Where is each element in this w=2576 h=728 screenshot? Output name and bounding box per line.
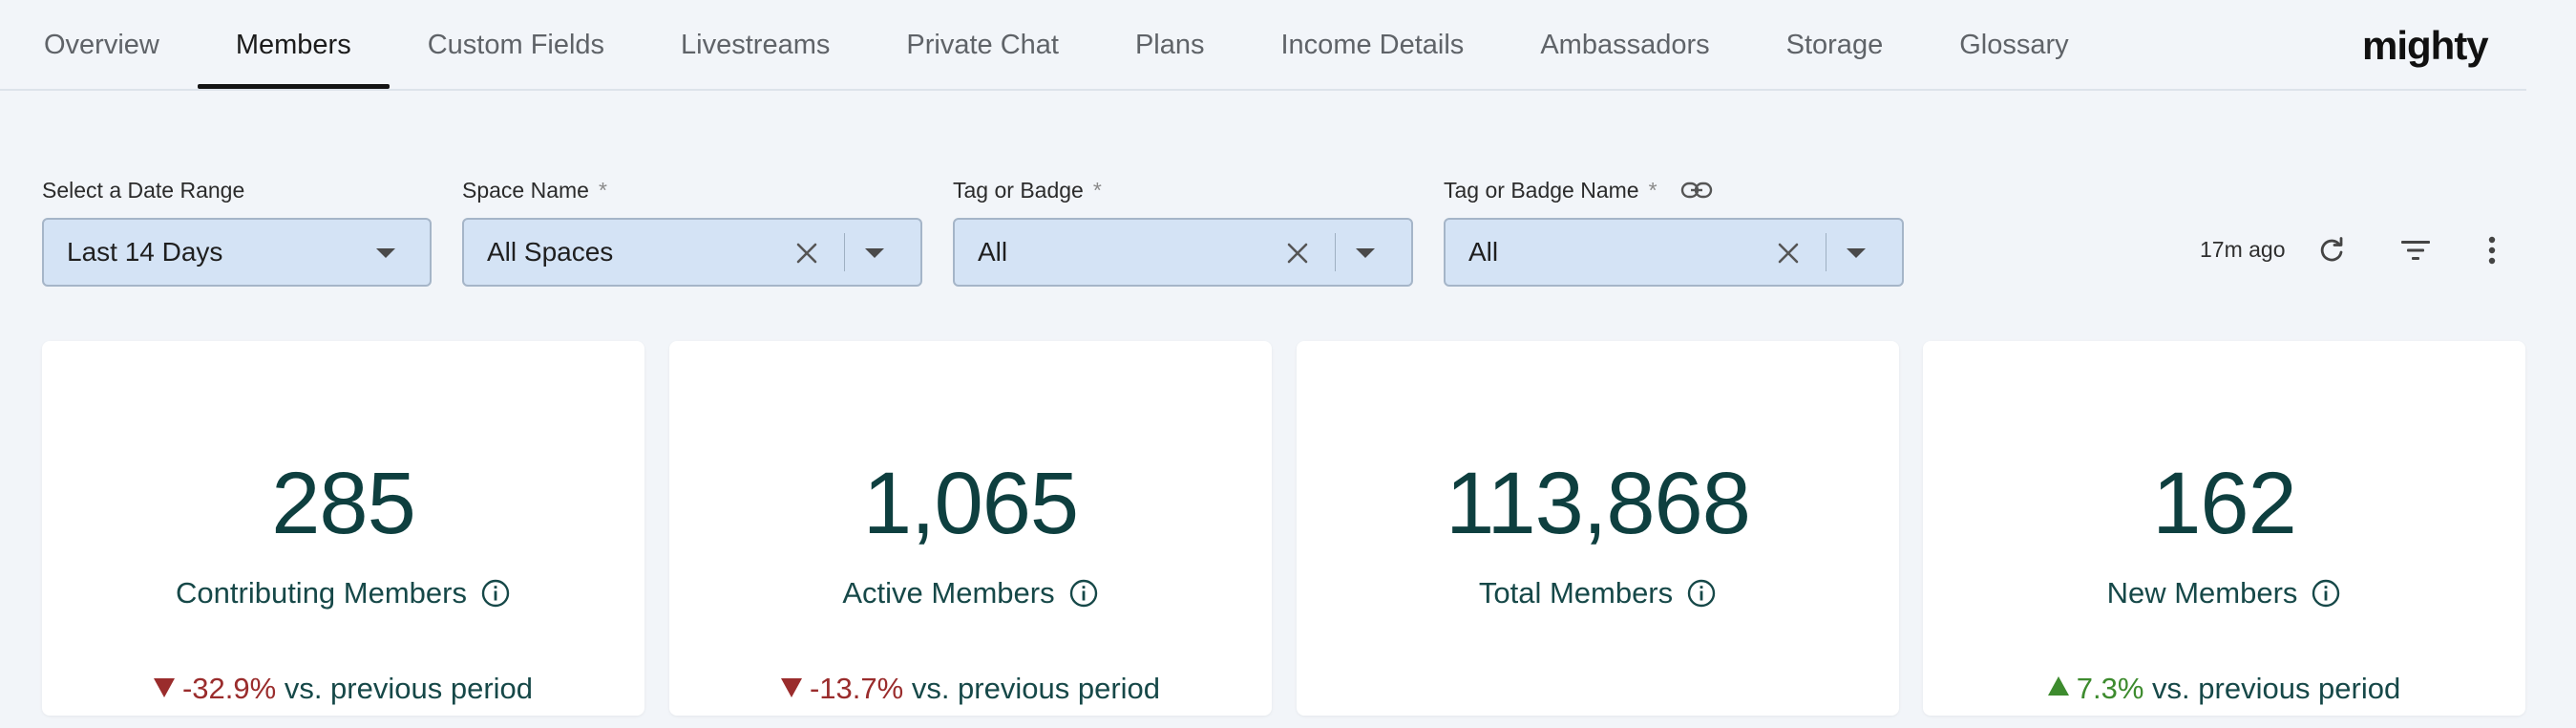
tab-storage[interactable]: Storage xyxy=(1748,0,1922,91)
metric-delta: -32.9% vs. previous period xyxy=(42,672,644,706)
delta-comparison: vs. previous period xyxy=(2152,672,2401,705)
date-range-label-text: Select a Date Range xyxy=(42,177,245,203)
delta-comparison: vs. previous period xyxy=(284,672,534,705)
select-divider xyxy=(1335,233,1336,271)
clear-icon[interactable] xyxy=(1285,241,1310,266)
metric-value: 1,065 xyxy=(862,455,1079,552)
metric-card-contributing-members: 285 Contributing Members -32.9% vs. prev… xyxy=(42,341,644,716)
tag-or-badge-select[interactable]: All xyxy=(953,218,1413,287)
tag-or-badge-name-label-text: Tag or Badge Name xyxy=(1444,177,1639,203)
tab-plans[interactable]: Plans xyxy=(1097,0,1243,91)
required-asterisk: * xyxy=(1092,177,1102,203)
more-options-button[interactable] xyxy=(2475,233,2509,268)
metric-title: Active Members xyxy=(669,576,1272,610)
link-icon[interactable] xyxy=(1680,181,1713,200)
tab-glossary[interactable]: Glossary xyxy=(1921,0,2106,91)
metric-value: 162 xyxy=(2152,455,2297,552)
metric-title: New Members xyxy=(1923,576,2525,610)
space-name-select[interactable]: All Spaces xyxy=(462,218,922,287)
trend-down-icon xyxy=(153,678,175,697)
metric-title: Contributing Members xyxy=(42,576,644,610)
metric-delta: 7.3% vs. previous period xyxy=(1923,672,2525,706)
metric-value: 113,868 xyxy=(1446,455,1751,552)
chevron-down-icon[interactable] xyxy=(1356,248,1375,258)
clear-icon[interactable] xyxy=(794,241,819,266)
chevron-down-icon[interactable] xyxy=(1847,248,1866,258)
required-asterisk: * xyxy=(1648,177,1658,203)
info-icon[interactable] xyxy=(1686,578,1717,609)
required-asterisk: * xyxy=(598,177,607,203)
space-name-value: All Spaces xyxy=(487,237,614,267)
tag-or-badge-value: All xyxy=(978,237,1008,267)
date-range-select[interactable]: Last 14 Days xyxy=(42,218,432,287)
info-icon[interactable] xyxy=(2311,578,2341,609)
brand-logo: mighty xyxy=(2362,23,2489,68)
chevron-down-icon[interactable] xyxy=(865,248,884,258)
delta-value: -13.7% xyxy=(809,672,904,705)
tab-custom-fields[interactable]: Custom Fields xyxy=(390,0,643,91)
delta-value: -32.9% xyxy=(181,672,277,705)
clear-icon[interactable] xyxy=(1776,241,1801,266)
metric-card-total-members: 113,868 Total Members xyxy=(1297,341,1899,716)
tag-or-badge-filter: Tag or Badge * All xyxy=(953,176,1413,287)
select-divider xyxy=(844,233,845,271)
filter-button[interactable] xyxy=(2398,233,2433,268)
tab-members[interactable]: Members xyxy=(197,0,390,91)
metric-value: 285 xyxy=(271,455,416,552)
info-icon[interactable] xyxy=(1068,578,1099,609)
tag-or-badge-name-value: All xyxy=(1468,237,1499,267)
tab-ambassadors[interactable]: Ambassadors xyxy=(1502,0,1747,91)
tag-or-badge-name-filter: Tag or Badge Name * All xyxy=(1444,176,1904,287)
trend-up-icon xyxy=(2047,676,2069,696)
date-range-label: Select a Date Range xyxy=(42,176,432,204)
metric-title-text: New Members xyxy=(2106,576,2298,610)
delta-value: 7.3% xyxy=(2076,672,2144,705)
date-range-filter: Select a Date Range Last 14 Days xyxy=(42,176,432,287)
nav-tab-bar: Overview Members Custom Fields Livestrea… xyxy=(0,0,2526,91)
metric-delta: -13.7% vs. previous period xyxy=(669,672,1272,706)
tab-list: Overview Members Custom Fields Livestrea… xyxy=(6,0,2107,91)
space-name-label: Space Name * xyxy=(462,176,922,204)
tab-private-chat[interactable]: Private Chat xyxy=(868,0,1097,91)
delta-comparison: vs. previous period xyxy=(911,672,1161,705)
tag-or-badge-name-select[interactable]: All xyxy=(1444,218,1904,287)
filter-lines-icon xyxy=(2401,241,2430,260)
refresh-icon xyxy=(2320,237,2343,262)
more-vertical-icon xyxy=(2488,236,2496,265)
metric-title-text: Contributing Members xyxy=(176,576,467,610)
metric-title-text: Active Members xyxy=(842,576,1055,610)
info-icon[interactable] xyxy=(480,578,511,609)
tag-or-badge-label: Tag or Badge * xyxy=(953,176,1413,204)
chevron-down-icon[interactable] xyxy=(376,248,395,258)
tag-or-badge-name-label: Tag or Badge Name * xyxy=(1444,176,1904,204)
tag-or-badge-label-text: Tag or Badge xyxy=(953,177,1084,203)
space-name-filter: Space Name * All Spaces xyxy=(462,176,922,287)
last-updated-text: 17m ago xyxy=(2200,237,2286,262)
tab-overview[interactable]: Overview xyxy=(6,0,198,91)
space-name-label-text: Space Name xyxy=(462,177,589,203)
date-range-value: Last 14 Days xyxy=(67,237,223,267)
tab-income-details[interactable]: Income Details xyxy=(1243,0,1503,91)
refresh-button[interactable] xyxy=(2314,233,2349,268)
trend-down-icon xyxy=(780,678,802,697)
metric-card-active-members: 1,065 Active Members -13.7% vs. previous… xyxy=(669,341,1272,716)
metric-title-text: Total Members xyxy=(1478,576,1674,610)
metric-title: Total Members xyxy=(1297,576,1899,610)
tab-livestreams[interactable]: Livestreams xyxy=(643,0,868,91)
metric-card-new-members: 162 New Members 7.3% vs. previous period xyxy=(1923,341,2525,716)
